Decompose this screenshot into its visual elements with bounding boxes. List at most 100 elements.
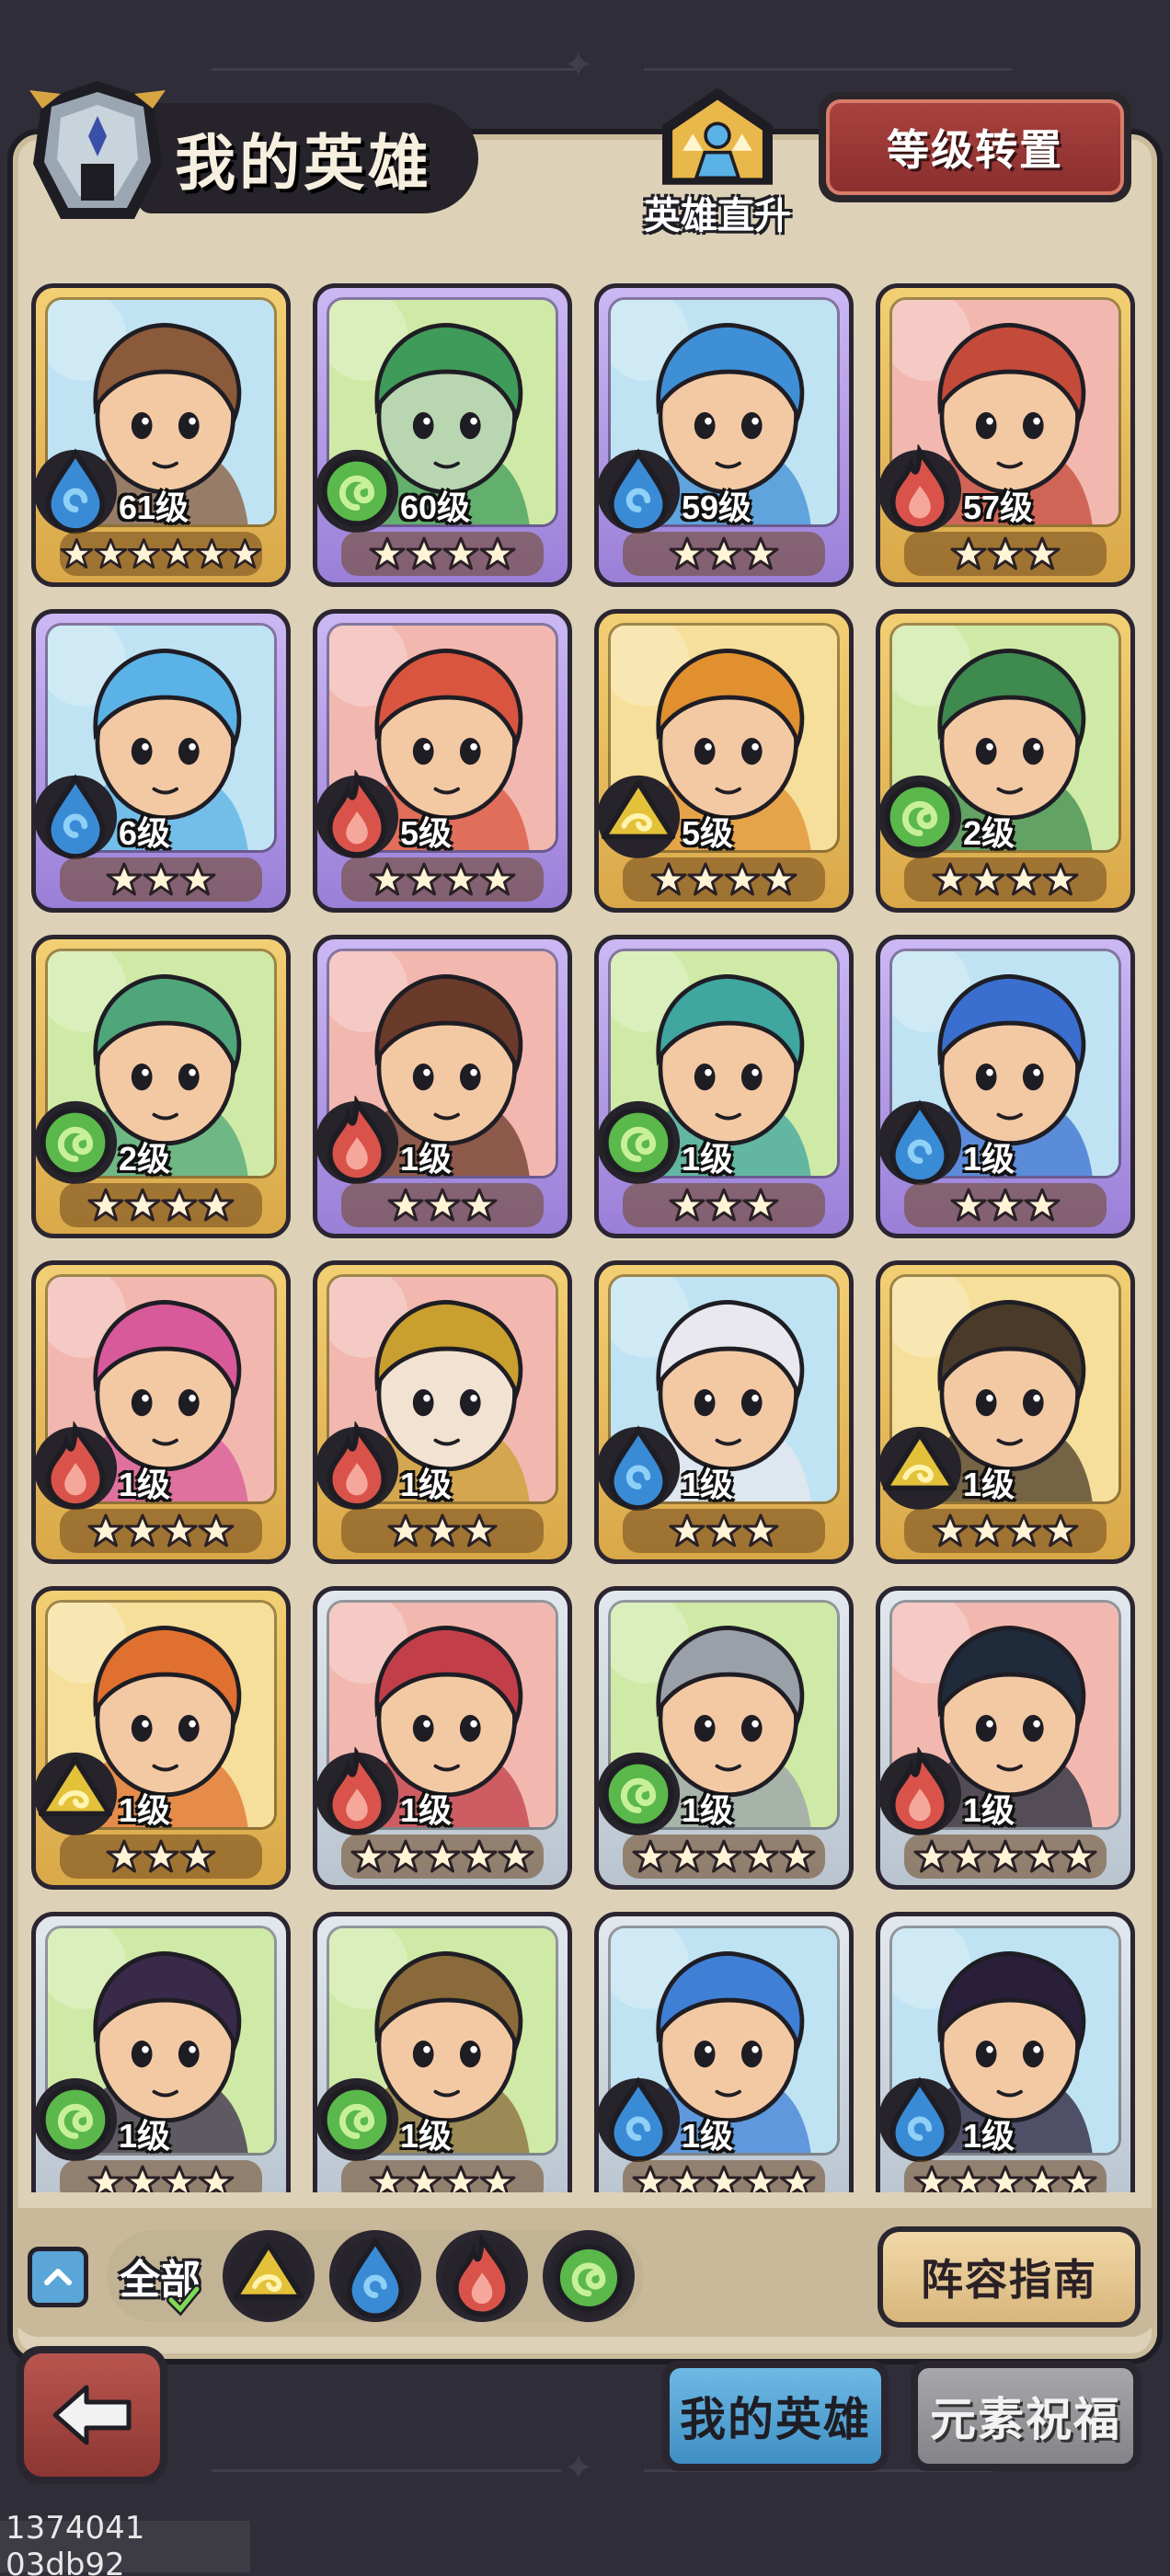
hero-level: 1级	[682, 2117, 734, 2155]
hero-star-rating	[623, 857, 825, 902]
star-icon	[143, 1839, 179, 1873]
hero-card[interactable]: 1级	[313, 1586, 572, 1890]
star-icon	[1024, 1839, 1061, 1873]
star-icon	[106, 862, 143, 896]
hero-card[interactable]: 1级	[313, 1912, 572, 2192]
hero-card[interactable]: 1级	[313, 1260, 572, 1564]
fire-icon	[878, 1745, 962, 1836]
hero-card[interactable]: 1级	[594, 1912, 854, 2192]
star-icon	[461, 1188, 498, 1222]
star-icon	[632, 1839, 669, 1873]
hero-star-rating	[904, 532, 1107, 576]
filter-fire-button[interactable]	[436, 2230, 528, 2322]
hero-card[interactable]: 1级	[31, 1260, 291, 1564]
hero-element-badge	[593, 770, 683, 860]
hero-element-badge	[875, 443, 965, 535]
star-icon	[705, 1513, 742, 1547]
hero-star-rating	[904, 2160, 1107, 2192]
star-icon	[127, 538, 161, 569]
hero-level: 1级	[400, 1140, 453, 1178]
star-icon	[950, 2165, 987, 2192]
wind-icon	[33, 2077, 118, 2162]
hero-star-rating	[904, 1509, 1107, 1553]
star-icon	[1042, 1513, 1079, 1547]
fire-icon	[33, 1420, 118, 1511]
hero-level: 1级	[963, 2117, 1015, 2155]
hero-level: 60级	[400, 489, 471, 526]
hero-card[interactable]: 5级	[594, 609, 854, 913]
page-title-banner: 我的英雄	[138, 103, 478, 213]
hero-star-rating	[60, 1834, 262, 1879]
star-icon	[705, 536, 742, 570]
hero-element-badge	[31, 1096, 120, 1186]
hero-card[interactable]: 60级	[313, 283, 572, 587]
hero-card[interactable]: 1级	[31, 1586, 291, 1890]
tab-my-heroes[interactable]: 我的英雄	[662, 2361, 889, 2471]
wind-icon	[878, 775, 962, 859]
hero-level: 57级	[963, 489, 1034, 526]
water-icon	[335, 2237, 416, 2318]
hero-card[interactable]: 1级	[594, 935, 854, 1238]
hero-level: 1级	[682, 1466, 734, 1503]
hero-card[interactable]: 1级	[313, 935, 572, 1238]
sort-toggle-button[interactable]	[28, 2247, 88, 2307]
star-icon	[387, 1188, 424, 1222]
lineup-guide-button[interactable]: 阵容指南	[878, 2226, 1141, 2328]
hero-element-badge	[31, 1747, 120, 1837]
back-button[interactable]	[17, 2346, 167, 2484]
star-icon	[1005, 862, 1042, 896]
hero-star-rating	[623, 1183, 825, 1227]
tab-element-blessing-label: 元素祝福	[918, 2368, 1133, 2464]
hero-star-rating	[60, 857, 262, 902]
star-icon	[161, 1188, 198, 1222]
hero-card[interactable]: 1级	[876, 1260, 1135, 1564]
hero-card[interactable]: 1级	[876, 935, 1135, 1238]
filter-water-button[interactable]	[329, 2230, 421, 2322]
hero-level: 1级	[963, 1140, 1015, 1178]
level-transfer-button[interactable]: 等级转置	[819, 92, 1131, 202]
star-icon	[987, 1839, 1024, 1873]
tab-element-blessing[interactable]: 元素祝福	[911, 2361, 1141, 2471]
hero-card[interactable]: 6级	[31, 609, 291, 913]
fire-icon	[315, 1745, 399, 1836]
hero-card[interactable]: 57级	[876, 283, 1135, 587]
star-icon	[742, 2165, 779, 2192]
hero-ascend-button[interactable]: 英雄直升	[625, 83, 809, 239]
star-icon	[369, 862, 406, 896]
hero-card[interactable]: 1级	[594, 1260, 854, 1564]
hero-card[interactable]: 1级	[594, 1586, 854, 1890]
star-icon	[498, 1839, 534, 1873]
water-icon	[878, 1099, 962, 1185]
filter-all-button[interactable]: 全部	[114, 2230, 206, 2322]
fire-icon	[315, 1420, 399, 1511]
hero-card[interactable]: 1级	[876, 1912, 1135, 2192]
hero-card[interactable]: 61级	[31, 283, 291, 587]
hero-card[interactable]: 2级	[31, 935, 291, 1238]
earth-icon	[878, 1426, 962, 1511]
hero-card[interactable]: 1级	[31, 1912, 291, 2192]
star-icon	[742, 1513, 779, 1547]
star-icon	[369, 2165, 406, 2192]
earth-icon	[596, 775, 681, 859]
hero-card[interactable]: 2级	[876, 609, 1135, 913]
star-icon	[761, 862, 797, 896]
filter-earth-button[interactable]	[223, 2230, 315, 2322]
hero-element-badge	[312, 768, 402, 860]
star-icon	[705, 1188, 742, 1222]
hero-card[interactable]: 5级	[313, 609, 572, 913]
star-icon	[198, 1513, 235, 1547]
water-icon	[596, 448, 681, 534]
hero-star-rating	[904, 1183, 1107, 1227]
star-icon	[424, 1188, 461, 1222]
star-icon	[479, 862, 516, 896]
filter-wind-button[interactable]	[543, 2230, 635, 2322]
hero-star-rating	[60, 532, 262, 576]
star-icon	[779, 2165, 816, 2192]
hero-card[interactable]: 59级	[594, 283, 854, 587]
hero-element-badge	[593, 1421, 683, 1512]
wind-icon	[315, 2077, 399, 2162]
hero-element-badge	[875, 1745, 965, 1837]
hero-level: 1级	[119, 1791, 171, 1829]
hero-element-badge	[312, 1745, 402, 1837]
hero-card[interactable]: 1级	[876, 1586, 1135, 1890]
